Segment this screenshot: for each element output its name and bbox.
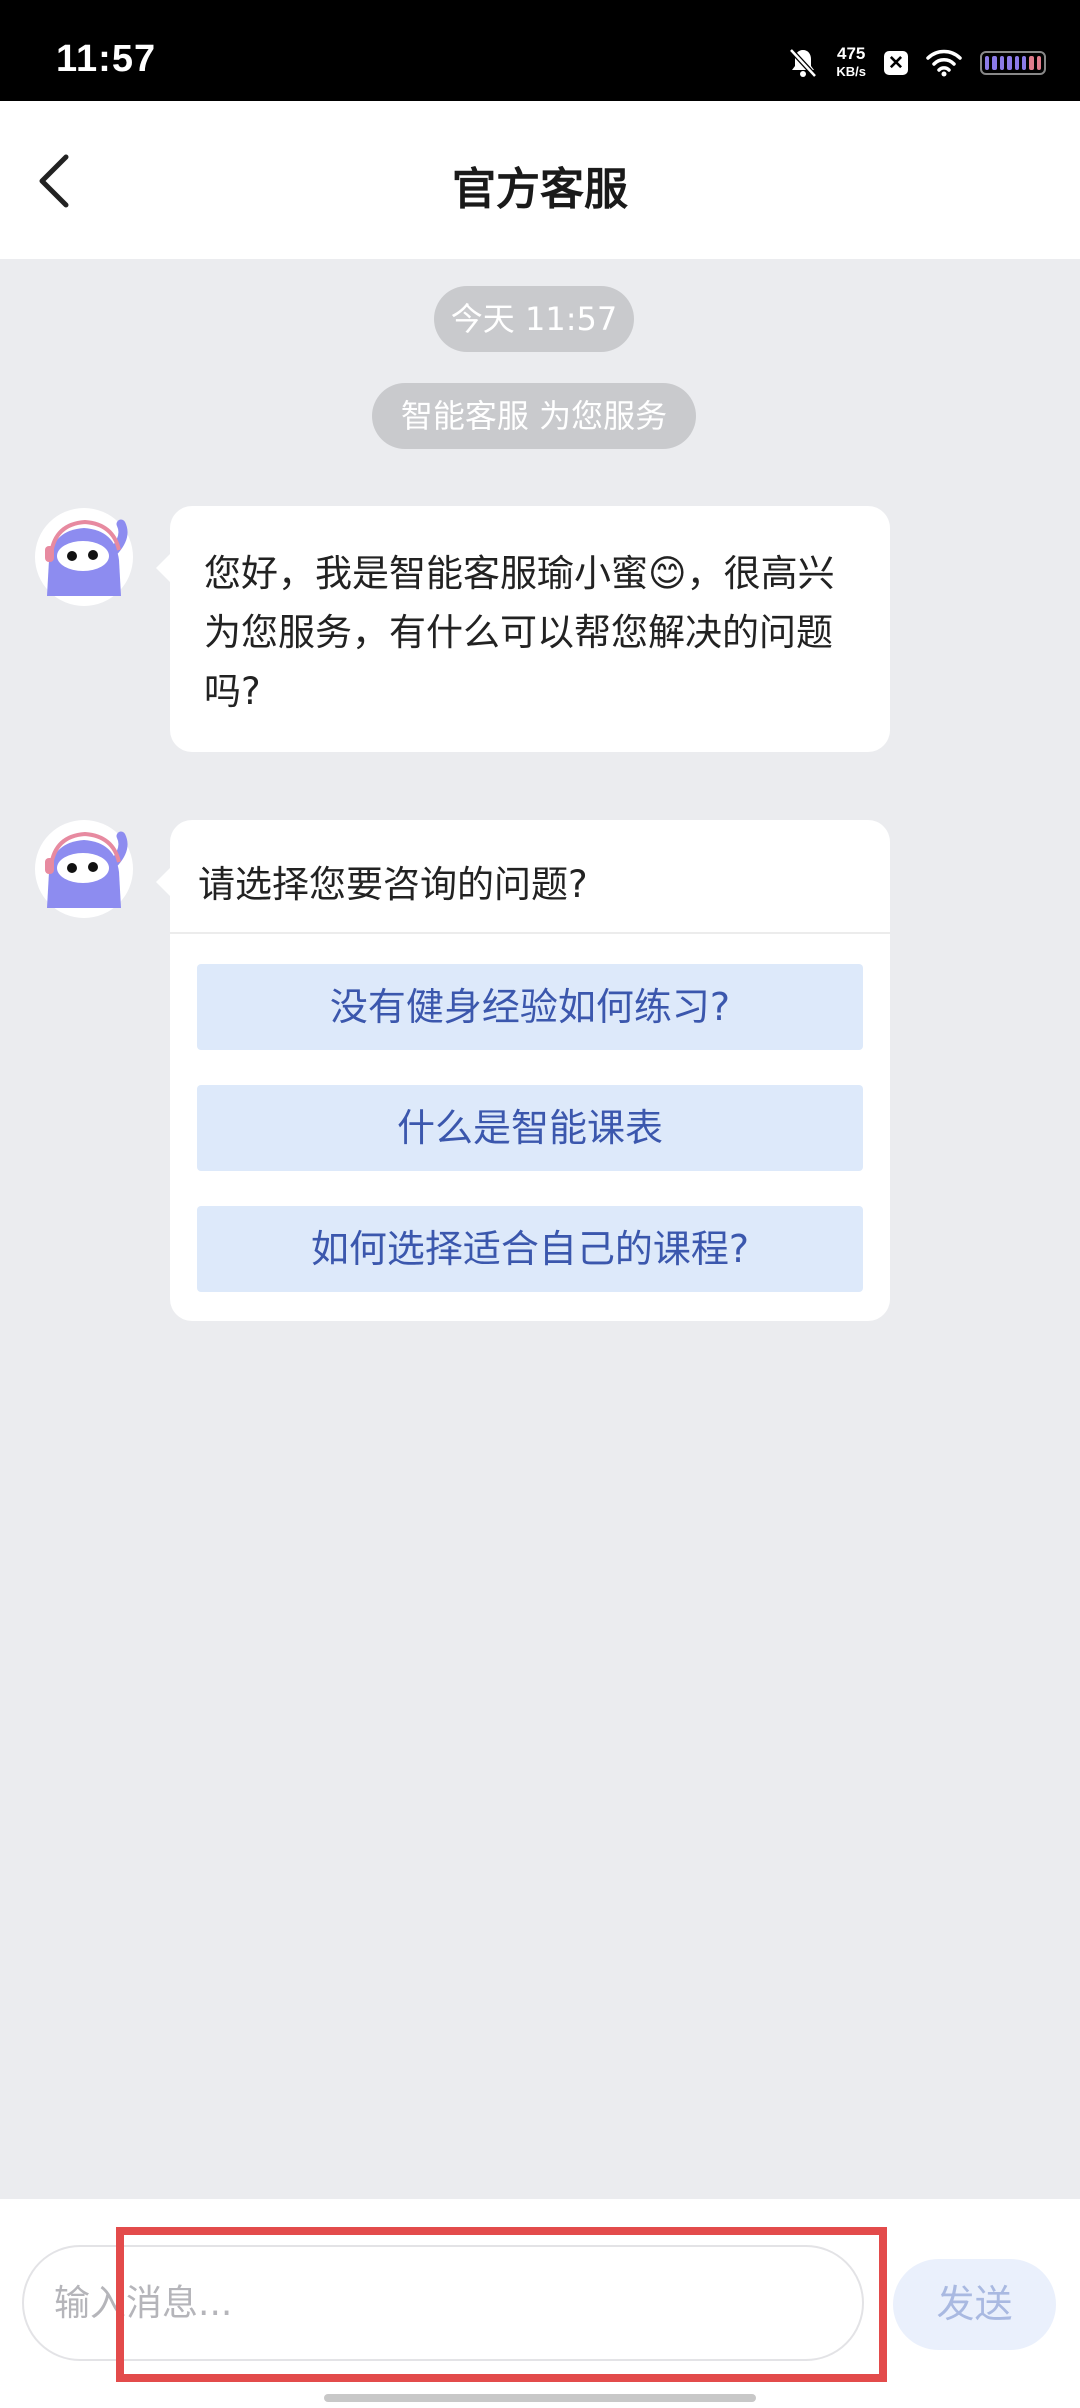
network-speed: 475 KB/s xyxy=(836,45,866,81)
wifi-icon xyxy=(926,49,962,77)
network-speed-unit: KB/s xyxy=(836,64,866,79)
status-bar: 11:57 475 KB/s ✕ xyxy=(0,0,1080,101)
welcome-message-bubble: 您好，我是智能客服瑜小蜜😊，很高兴为您服务，有什么可以帮您解决的问题吗? xyxy=(156,506,890,752)
question-card: 请选择您要咨询的问题? 没有健身经验如何练习? 什么是智能课表 如何选择适合自己… xyxy=(156,820,890,1321)
bell-muted-icon xyxy=(789,48,818,78)
home-indicator[interactable] xyxy=(324,2394,756,2402)
bot-avatar xyxy=(35,820,133,918)
x-app-icon: ✕ xyxy=(884,51,908,75)
status-icons: 475 KB/s ✕ xyxy=(788,40,1046,86)
send-button[interactable]: 发送 xyxy=(893,2259,1056,2350)
page-title: 官方客服 xyxy=(452,164,628,215)
status-time: 11:57 xyxy=(56,38,157,80)
question-option[interactable]: 什么是智能课表 xyxy=(197,1085,863,1171)
composer-bar: 发送 xyxy=(0,2199,1080,2408)
message-input[interactable] xyxy=(22,2245,864,2361)
chat-timestamp: 今天 11:57 xyxy=(434,286,634,352)
service-notice: 智能客服 为您服务 xyxy=(372,383,696,449)
divider xyxy=(170,932,890,934)
question-option[interactable]: 没有健身经验如何练习? xyxy=(197,964,863,1050)
header-bar: 官方客服 xyxy=(0,101,1080,259)
battery-icon xyxy=(980,51,1046,75)
bot-avatar xyxy=(35,508,133,606)
question-card-title: 请选择您要咨询的问题? xyxy=(198,863,588,906)
question-option[interactable]: 如何选择适合自己的课程? xyxy=(197,1206,863,1292)
welcome-message-text: 您好，我是智能客服瑜小蜜😊，很高兴为您服务，有什么可以帮您解决的问题吗? xyxy=(204,552,835,713)
network-speed-value: 475 xyxy=(837,44,866,63)
